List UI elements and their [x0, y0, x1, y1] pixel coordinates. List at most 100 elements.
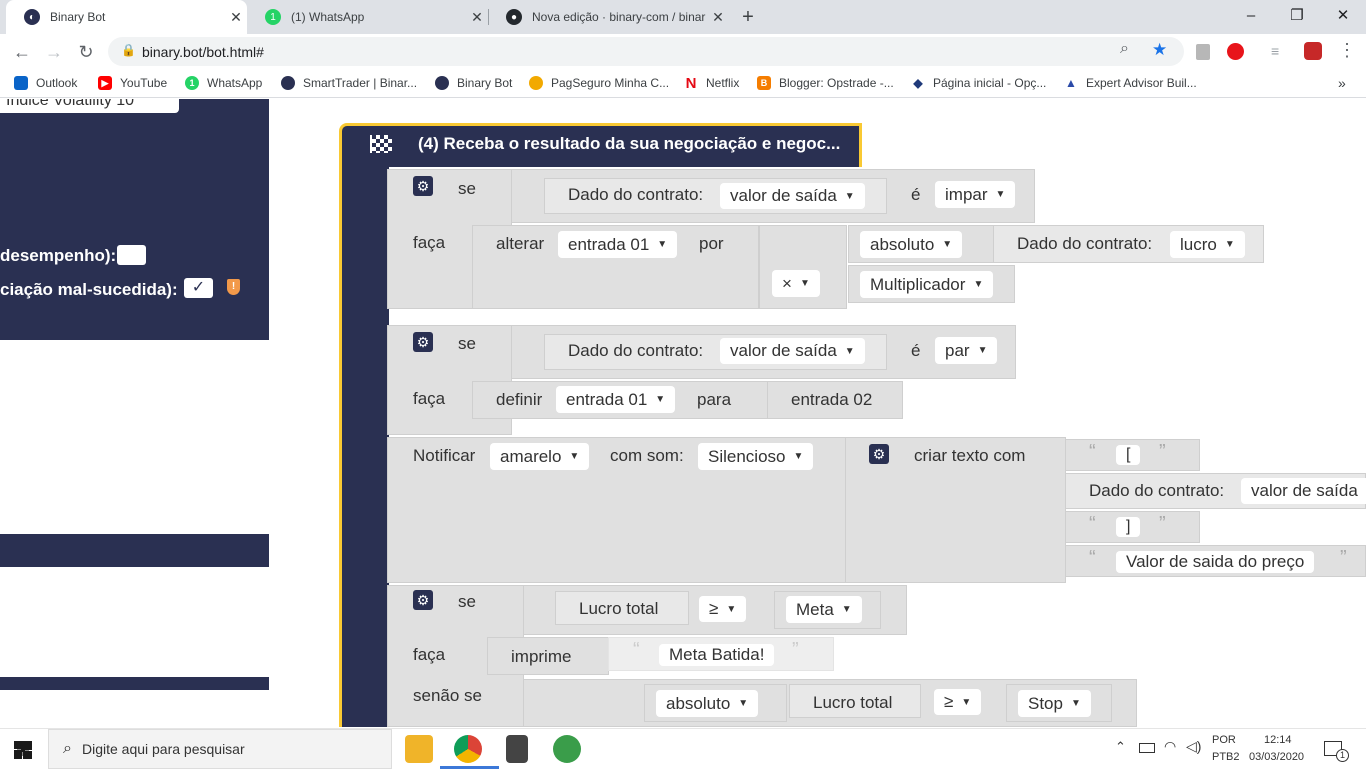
- contract-field-dropdown[interactable]: valor de saída ▼: [720, 183, 865, 209]
- battery-icon[interactable]: [1139, 743, 1155, 753]
- reload-icon[interactable]: ↻: [72, 38, 100, 66]
- menu-kebab-icon[interactable]: ⋮: [1338, 40, 1356, 61]
- wifi-icon[interactable]: ◠: [1164, 738, 1176, 755]
- chrome-icon[interactable]: [454, 735, 482, 763]
- keyboard-layout[interactable]: PTB2: [1212, 751, 1240, 763]
- gear-icon[interactable]: ⚙: [413, 176, 433, 196]
- bookmark-opcoes[interactable]: ◆ Página inicial - Opç...: [911, 76, 1046, 90]
- text-field[interactable]: ]: [1116, 517, 1141, 537]
- minimize-button[interactable]: –: [1228, 0, 1274, 30]
- bookmark-binary-bot[interactable]: Binary Bot: [435, 76, 512, 90]
- bookmark-outlook[interactable]: Outlook: [14, 76, 77, 90]
- profit-dropdown[interactable]: lucro ▼: [1170, 231, 1245, 258]
- absolute-dropdown[interactable]: absoluto ▼: [860, 231, 963, 258]
- zoom-icon[interactable]: ⌕: [1120, 40, 1129, 58]
- print-label: imprime: [511, 647, 572, 666]
- tab-github[interactable]: ● Nova edição · binary-com / binar ✕: [488, 0, 729, 34]
- set-label: definir: [496, 390, 543, 409]
- calculator-icon[interactable]: [506, 735, 528, 763]
- bookmark-star-icon[interactable]: ★: [1152, 40, 1167, 60]
- variable-dropdown[interactable]: entrada 01 ▼: [558, 231, 678, 258]
- do-keyword: faça: [413, 645, 446, 664]
- dropdown-arrow-icon: ▼: [793, 451, 804, 462]
- by-label: por: [699, 234, 724, 253]
- clock-time[interactable]: 12:14: [1264, 734, 1292, 746]
- show-hidden-icons-chevron-icon[interactable]: ⌃: [1115, 739, 1126, 755]
- do-keyword: faça: [413, 389, 446, 408]
- total-profit-label: Lucro total: [579, 599, 659, 618]
- absolute-dropdown[interactable]: absoluto ▼: [656, 690, 759, 717]
- close-tab-icon[interactable]: ✕: [466, 9, 488, 26]
- adblock-extension-icon[interactable]: [1227, 43, 1244, 60]
- media-icon[interactable]: ≡: [1271, 43, 1279, 59]
- taskbar-search-box[interactable]: ⌕ Digite aqui para pesquisar: [48, 729, 392, 769]
- new-tab-button[interactable]: +: [736, 6, 760, 28]
- contract-field-dropdown[interactable]: valor de saída ▼: [720, 338, 865, 364]
- if-keyword: se: [458, 334, 476, 353]
- text-field[interactable]: Meta Batida!: [659, 644, 775, 666]
- multiplier-dropdown[interactable]: Multiplicador ▼: [860, 271, 994, 298]
- youtube-icon: ▶: [98, 76, 112, 90]
- windows-start-icon[interactable]: [14, 741, 32, 759]
- sound-dropdown[interactable]: Silencioso ▼: [698, 443, 814, 470]
- dropdown-arrow-icon: ▼: [569, 451, 580, 462]
- clock-date[interactable]: 03/03/2020: [1249, 751, 1304, 763]
- tab-title: Nova edição · binary-com / binar: [532, 10, 706, 24]
- metatrader-icon[interactable]: [553, 735, 581, 763]
- gear-icon[interactable]: ⚙: [413, 590, 433, 610]
- gear-icon[interactable]: ⚙: [413, 332, 433, 352]
- bookmark-pagseguro[interactable]: PagSeguro Minha C...: [529, 76, 669, 90]
- volume-icon[interactable]: ◁): [1186, 738, 1201, 755]
- text-field[interactable]: [: [1116, 445, 1141, 465]
- page-content: Índice Volatility 10 desempenho): ciação…: [0, 99, 1366, 727]
- tab-whatsapp[interactable]: 1 (1) WhatsApp ✕: [247, 0, 488, 34]
- operator-dropdown[interactable]: × ▼: [772, 270, 820, 297]
- pdf-extension-icon[interactable]: [1196, 44, 1210, 60]
- warning-icon[interactable]: !: [227, 279, 240, 295]
- panel-divider-bar: [0, 534, 269, 567]
- comparison-dropdown[interactable]: ≥ ▼: [699, 596, 747, 622]
- parity-dropdown[interactable]: impar ▼: [935, 181, 1016, 208]
- maximize-button[interactable]: ❐: [1274, 0, 1320, 30]
- stop-dropdown[interactable]: Stop ▼: [1018, 690, 1091, 717]
- symbol-field[interactable]: Índice Volatility 10: [0, 99, 179, 113]
- close-quote-icon: ”: [1159, 513, 1166, 535]
- close-window-button[interactable]: ✕: [1320, 0, 1366, 30]
- tab-binary-bot[interactable]: ◐ Binary Bot ✕: [6, 0, 247, 34]
- bookmark-whatsapp[interactable]: 1 WhatsApp: [185, 76, 262, 90]
- gear-icon[interactable]: ⚙: [869, 444, 889, 464]
- close-tab-icon[interactable]: ✕: [225, 9, 247, 26]
- text-field[interactable]: Valor de saida do preço: [1116, 551, 1315, 573]
- contract-field-dropdown[interactable]: valor de saída: [1241, 478, 1366, 504]
- binary-icon: [435, 76, 449, 90]
- else-if-keyword: senão se: [413, 686, 482, 705]
- bookmark-blogger[interactable]: B Blogger: Opstrade -...: [757, 76, 894, 90]
- address-bar[interactable]: 🔒 binary.bot/bot.html# ⌕ ★: [108, 37, 1184, 66]
- create-text-label: criar texto com: [914, 446, 1026, 465]
- close-tab-icon[interactable]: ✕: [707, 9, 729, 26]
- failed-trade-checkbox[interactable]: ✓: [184, 278, 213, 298]
- bookmark-smarttrader[interactable]: SmartTrader | Binar...: [281, 76, 417, 90]
- bookmark-youtube[interactable]: ▶ YouTube: [98, 76, 167, 90]
- browser-toolbar: ← → ↻ 🔒 binary.bot/bot.html# ⌕ ★ ≡ ⋮: [0, 34, 1366, 70]
- bookmark-expert-advisor[interactable]: ▲ Expert Advisor Buil...: [1064, 76, 1197, 90]
- language-code[interactable]: POR: [1212, 734, 1236, 746]
- extension-shield-icon[interactable]: [1304, 42, 1322, 60]
- meta-dropdown[interactable]: Meta ▼: [786, 596, 862, 623]
- forward-arrow-icon[interactable]: →: [40, 38, 68, 66]
- tab-title: (1) WhatsApp: [291, 10, 365, 24]
- color-dropdown[interactable]: amarelo ▼: [490, 443, 590, 470]
- comparison-dropdown[interactable]: ≥ ▼: [934, 689, 982, 715]
- block-header[interactable]: (4) Receba o resultado da sua negociação…: [339, 123, 862, 167]
- github-icon: ●: [506, 9, 522, 25]
- is-label: é: [911, 341, 921, 360]
- back-arrow-icon[interactable]: ←: [8, 38, 36, 66]
- bookmark-netflix[interactable]: N Netflix: [684, 75, 740, 92]
- block-spine: [339, 164, 389, 727]
- checkered-flag-icon: [370, 135, 392, 153]
- variable-dropdown[interactable]: entrada 01 ▼: [556, 386, 676, 413]
- more-bookmarks-icon[interactable]: »: [1338, 75, 1346, 91]
- file-explorer-icon[interactable]: [405, 735, 433, 763]
- performance-checkbox[interactable]: [117, 245, 146, 265]
- parity-dropdown[interactable]: par ▼: [935, 337, 998, 364]
